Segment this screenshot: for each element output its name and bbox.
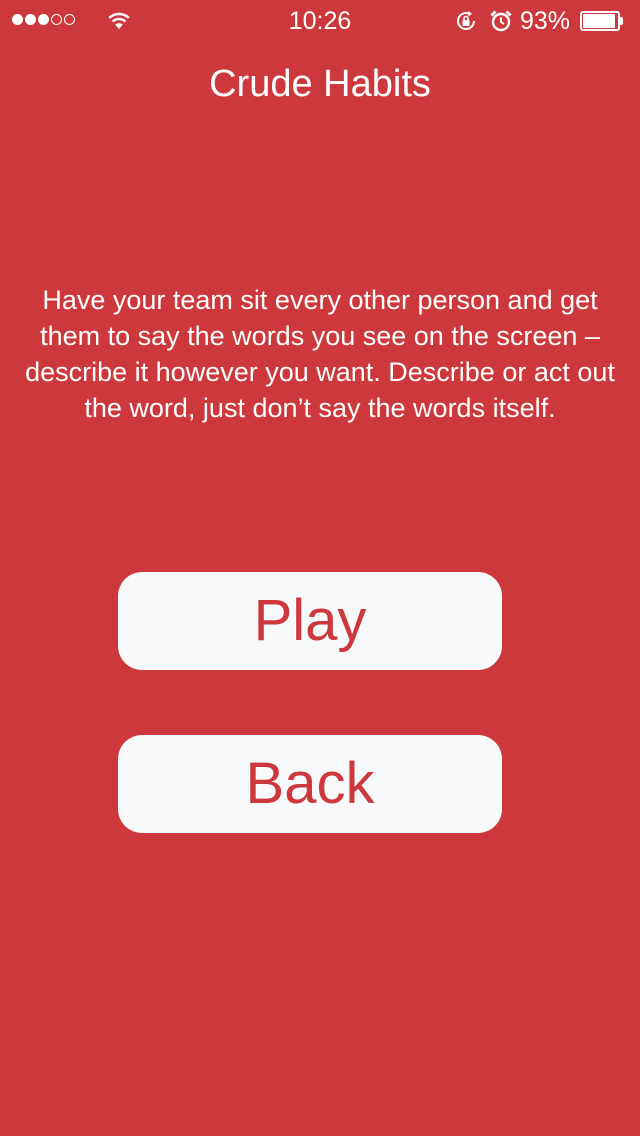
battery-percent: 93% bbox=[520, 7, 571, 35]
battery-icon bbox=[580, 11, 624, 31]
page-title: Crude Habits bbox=[209, 63, 431, 105]
instructions-text: Have your team sit every other person an… bbox=[25, 285, 615, 423]
alarm-icon bbox=[490, 10, 512, 32]
status-bar: 10:26 93% bbox=[0, 0, 640, 40]
rotation-lock-icon bbox=[457, 11, 475, 30]
back-button[interactable]: Back bbox=[118, 735, 502, 833]
play-button[interactable]: Play bbox=[118, 572, 502, 670]
